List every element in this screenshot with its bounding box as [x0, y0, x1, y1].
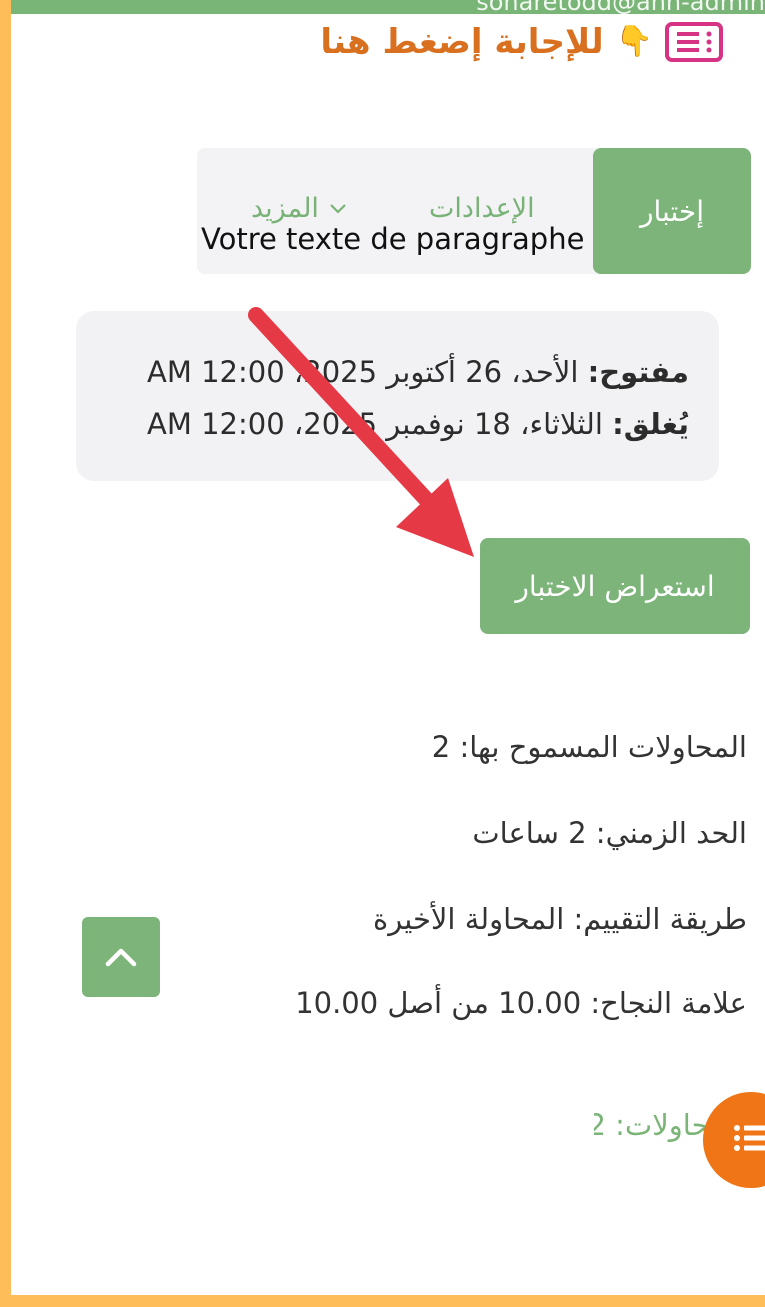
- close-date-label: يُغلق:: [612, 407, 689, 441]
- time-limit: الحد الزمني: 2 ساعات: [472, 816, 747, 850]
- header-banner[interactable]: 👇 للإجابة إضغط هنا: [320, 18, 723, 66]
- attempts-allowed: المحاولات المسموح بها: 2: [431, 730, 747, 764]
- header-title[interactable]: للإجابة إضغط هنا: [320, 22, 603, 62]
- pass-grade: علامة النجاح: 10.00 من أصل 10.00: [295, 986, 747, 1020]
- overlay-paragraph-text: Votre texte de paragraphe: [201, 222, 585, 256]
- chevron-down-icon: [330, 203, 346, 214]
- quiz-page: sonaretodd@ahh-admin 👇 للإجابة إضغط هنا …: [11, 0, 765, 1295]
- preview-quiz-button[interactable]: استعراض الاختبار: [480, 538, 750, 634]
- red-pointer-arrow-icon: [248, 307, 474, 557]
- top-status-strip: sonaretodd@ahh-admin: [11, 0, 765, 14]
- tab-more[interactable]: المزيد: [251, 193, 347, 224]
- chevron-up-icon: [105, 948, 137, 967]
- checklist-icon: [665, 22, 723, 62]
- scroll-to-top-button[interactable]: [82, 917, 160, 997]
- tab-quiz[interactable]: إختبار: [593, 148, 751, 274]
- pointing-hand-icon: 👇: [615, 24, 653, 59]
- tab-settings[interactable]: الإعدادات: [429, 193, 535, 224]
- list-icon: [734, 1125, 765, 1151]
- tab-more-label: المزيد: [251, 193, 319, 224]
- index-drawer-button[interactable]: [703, 1092, 765, 1188]
- open-date-label: مفتوح:: [587, 355, 689, 389]
- top-strip-email: sonaretodd@ahh-admin: [476, 0, 765, 14]
- grading-method: طريقة التقييم: المحاولة الأخيرة: [373, 902, 747, 936]
